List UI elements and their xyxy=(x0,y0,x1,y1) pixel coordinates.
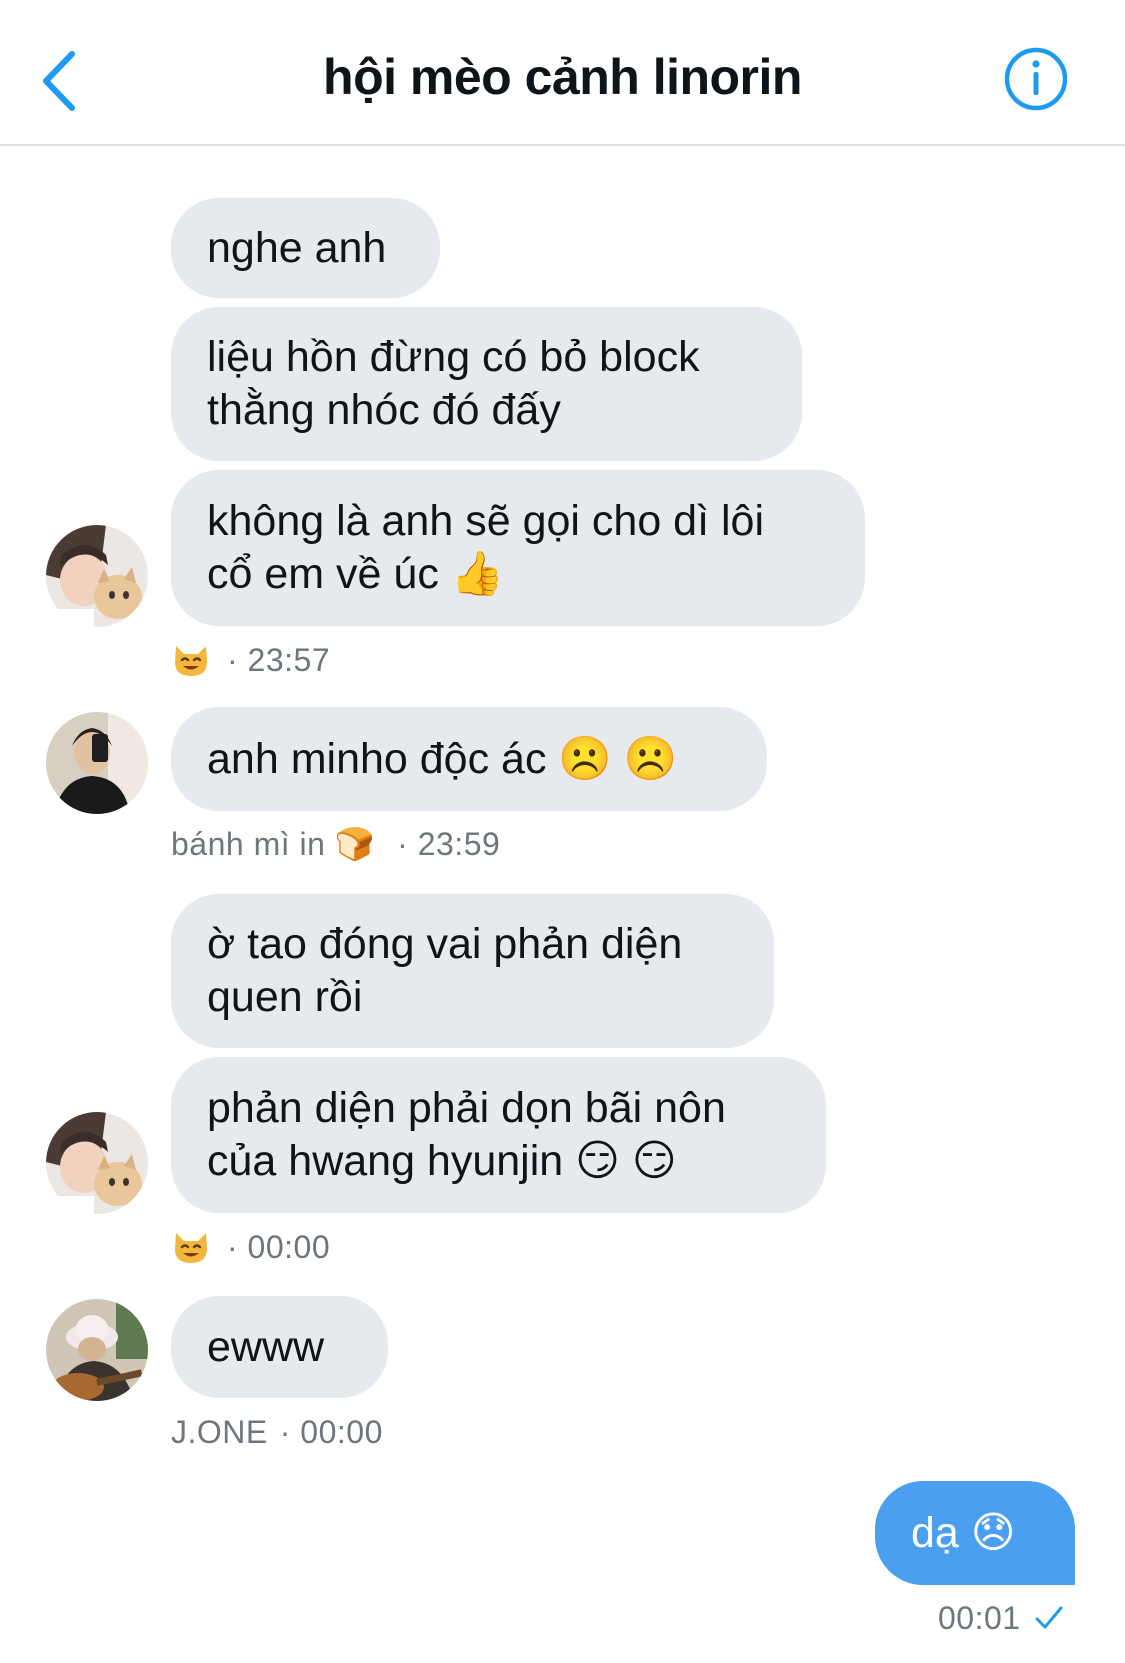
message-bubble[interactable]: ewww xyxy=(171,1296,388,1398)
sender-name[interactable]: bánh mì in 🍞 xyxy=(171,825,375,863)
message-meta: 00:01 xyxy=(938,1596,1065,1640)
avatar[interactable] xyxy=(46,712,148,814)
avatar[interactable] xyxy=(46,1112,148,1214)
info-button[interactable] xyxy=(1003,46,1069,112)
message-bubble[interactable]: không là anh sẽ gọi cho dì lôi cổ em về … xyxy=(171,470,865,626)
sender-name[interactable]: J.ONE xyxy=(171,1414,268,1451)
message-meta: bánh mì in 🍞 · 23:59 xyxy=(171,822,500,866)
message-bubble[interactable]: nghe anh xyxy=(171,198,440,298)
check-icon xyxy=(1035,1606,1063,1629)
message-bubble[interactable]: anh minho độc ác ☹️ ☹️ xyxy=(171,707,767,811)
message-meta: J.ONE · 00:00 xyxy=(171,1410,383,1454)
message-timestamp: · 23:59 xyxy=(397,825,501,862)
message-bubble[interactable]: phản diện phải dọn bãi nôn của hwang hyu… xyxy=(171,1057,826,1213)
avatar[interactable] xyxy=(46,1299,148,1401)
message-meta: · 23:57 xyxy=(171,638,330,682)
message-bubble[interactable]: ờ tao đóng vai phản diện quen rồi xyxy=(171,894,774,1048)
cat-face-emoji xyxy=(175,1233,207,1263)
cat-face-emoji xyxy=(175,646,207,676)
info-icon xyxy=(1004,47,1068,111)
dm-conversation: hội mèo cảnh linorin nghe anh liệu hồn đ… xyxy=(0,0,1125,1663)
avatar[interactable] xyxy=(46,525,148,627)
conversation-header: hội mèo cảnh linorin xyxy=(0,0,1125,146)
message-timestamp: · 23:57 xyxy=(227,641,331,678)
outgoing-message-bubble[interactable]: dạ 😞 xyxy=(875,1481,1075,1585)
conversation-title: hội mèo cảnh linorin xyxy=(323,49,802,105)
message-timestamp: · 00:00 xyxy=(227,1228,331,1265)
message-meta: · 00:00 xyxy=(171,1225,330,1269)
message-timestamp: 00:01 xyxy=(938,1599,1021,1636)
message-timestamp: · 00:00 xyxy=(279,1413,383,1450)
message-bubble[interactable]: liệu hồn đừng có bỏ block thằng nhóc đó … xyxy=(171,307,802,461)
